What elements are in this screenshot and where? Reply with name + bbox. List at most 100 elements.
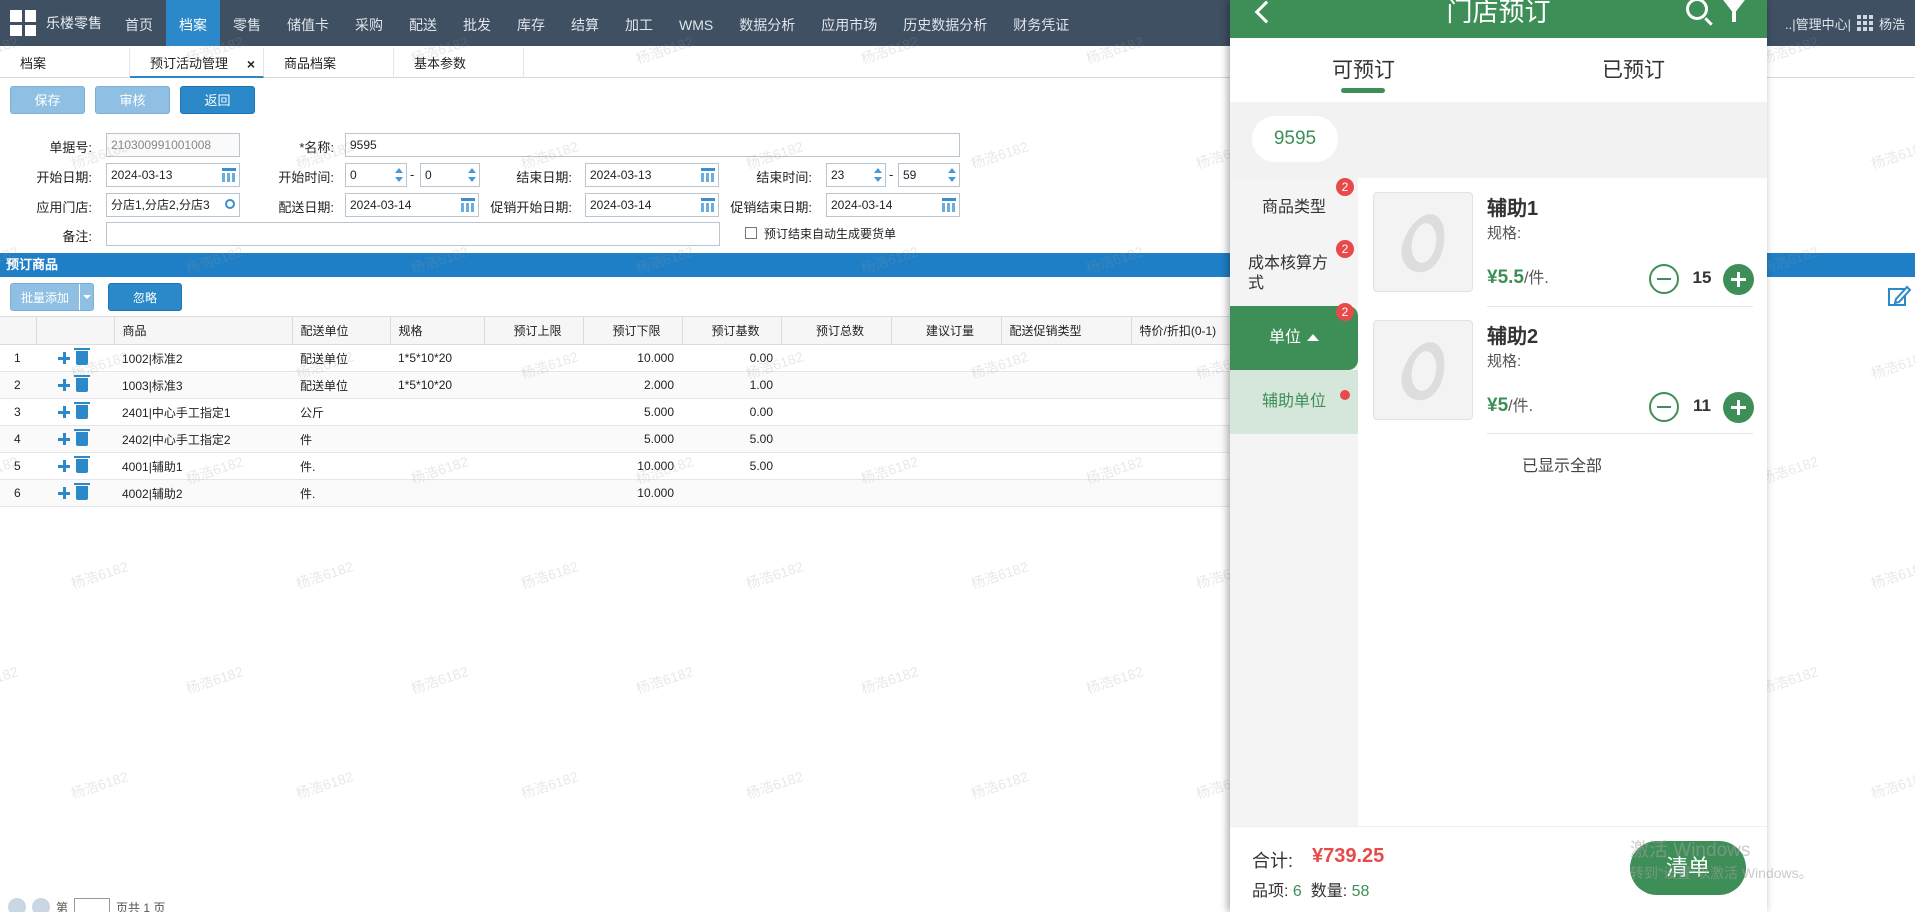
col-suggest[interactable]: 建议订量 [891,316,1002,345]
spinner-icon[interactable] [394,166,404,184]
tab-basic-params[interactable]: 基本参数 [394,48,524,78]
tab-booking-activity[interactable]: 预订活动管理 × [130,48,264,78]
row-base[interactable]: 0.00 [682,344,781,372]
nav-wholesale[interactable]: 批发 [450,0,504,46]
row-product[interactable]: 4001|辅助1 [114,452,292,480]
plus-icon[interactable] [58,460,70,473]
chevron-down-icon[interactable] [79,284,93,310]
nav-wms[interactable]: WMS [666,0,726,46]
plus-icon[interactable] [58,406,70,419]
row-base[interactable]: 0.00 [682,398,781,426]
nav-home[interactable]: 首页 [112,0,166,46]
nav-analytics[interactable]: 数据分析 [726,0,808,46]
end-minute-stepper[interactable]: 59 [898,163,960,187]
close-icon[interactable]: × [247,48,255,80]
row-upper[interactable] [484,452,583,480]
table-row[interactable]: 5 4001|辅助1 件. 10.000 5.00 [0,452,1281,480]
apps-icon[interactable] [1856,15,1873,31]
plus-icon[interactable] [58,487,70,500]
table-row[interactable]: 1 1002|标准2 配送单位 1*5*10*20 10.000 0.00 [0,344,1281,372]
row-base[interactable] [682,479,781,507]
nav-finance[interactable]: 财务凭证 [1000,0,1082,46]
calendar-icon[interactable] [222,168,236,182]
start-hour-stepper[interactable]: 0 [345,163,407,187]
row-upper[interactable] [484,425,583,453]
back-button[interactable]: 返回 [180,86,255,114]
row-lower[interactable]: 10.000 [583,344,682,372]
end-hour-stepper[interactable]: 23 [826,163,886,187]
nav-retail[interactable]: 零售 [220,0,274,46]
delivery-date-field[interactable]: 2024-03-14 [345,193,479,217]
row-product[interactable]: 4002|辅助2 [114,479,292,507]
trash-icon[interactable] [74,402,90,420]
row-unit[interactable]: 件 [292,425,390,453]
user-name[interactable]: 杨浩 [1879,14,1905,33]
admin-center-link[interactable]: ..|管理中心| [1785,14,1851,33]
row-base[interactable]: 5.00 [682,452,781,480]
row-upper[interactable] [484,479,583,507]
decrease-button[interactable] [1649,392,1679,422]
side-item-cost-method[interactable]: 成本核算方式 [1230,254,1358,294]
remark-field[interactable] [106,222,720,246]
nav-app-market[interactable]: 应用市场 [808,0,890,46]
search-icon[interactable] [225,199,235,209]
row-unit[interactable]: 件. [292,452,390,480]
start-date-field[interactable]: 2024-03-13 [106,163,240,187]
product-card[interactable]: 辅助2 规格: ¥5/件. 11 [1373,314,1754,434]
table-row[interactable]: 6 4002|辅助2 件. 10.000 [0,479,1281,507]
plus-icon[interactable] [58,379,70,392]
col-unit[interactable]: 配送单位 [292,316,391,345]
row-base[interactable]: 1.00 [682,371,781,399]
plus-icon[interactable] [58,433,70,446]
nav-archive[interactable]: 档案 [166,0,220,46]
row-unit[interactable]: 配送单位 [292,371,390,399]
search-icon[interactable] [1686,0,1708,20]
nav-stored-card[interactable]: 储值卡 [274,0,342,46]
batch-add-button[interactable]: 批量添加 [10,283,94,311]
row-product[interactable]: 2402|中心手工指定2 [114,425,292,453]
col-product[interactable]: 商品 [114,316,293,345]
table-row[interactable]: 2 1003|标准3 配送单位 1*5*10*20 2.000 1.00 [0,371,1281,399]
side-item-product-type[interactable]: 商品类型 [1230,198,1358,218]
table-row[interactable]: 4 2402|中心手工指定2 件 5.000 5.00 [0,425,1281,453]
name-field[interactable]: 9595 [345,133,960,157]
col-lower[interactable]: 预订下限 [583,316,683,345]
col-base[interactable]: 预订基数 [682,316,782,345]
side-item-aux-unit[interactable]: 辅助单位 [1230,370,1358,434]
nav-purchase[interactable]: 采购 [342,0,396,46]
calendar-icon[interactable] [942,198,956,212]
calendar-icon[interactable] [701,198,715,212]
table-row[interactable]: 3 2401|中心手工指定1 公斤 5.000 0.00 [0,398,1281,426]
col-upper[interactable]: 预订上限 [484,316,584,345]
row-lower[interactable]: 5.000 [583,425,682,453]
row-unit[interactable]: 公斤 [292,398,390,426]
trash-icon[interactable] [74,375,90,393]
trash-icon[interactable] [74,456,90,474]
calendar-icon[interactable] [701,168,715,182]
row-lower[interactable]: 10.000 [583,452,682,480]
brand[interactable]: 乐楼零售 [0,0,112,46]
nav-settlement[interactable]: 结算 [558,0,612,46]
row-product[interactable]: 2401|中心手工指定1 [114,398,292,426]
activity-chip[interactable]: 9595 [1252,116,1338,162]
nav-history[interactable]: 历史数据分析 [890,0,1000,46]
tab-product-archive[interactable]: 商品档案 [264,48,394,78]
save-button[interactable]: 保存 [10,86,85,114]
col-promo-type[interactable]: 配送促销类型 [1001,316,1132,345]
page-input[interactable] [74,898,111,912]
promo-end-field[interactable]: 2024-03-14 [826,193,960,217]
trash-icon[interactable] [74,348,90,366]
product-card[interactable]: 辅助1 规格: ¥5.5/件. 15 [1373,186,1754,306]
spinner-icon[interactable] [947,166,957,184]
end-date-field[interactable]: 2024-03-13 [585,163,719,187]
spinner-icon[interactable] [873,166,883,184]
quantity-value[interactable]: 15 [1687,268,1717,288]
increase-button[interactable] [1723,392,1754,423]
nav-processing[interactable]: 加工 [612,0,666,46]
filter-icon[interactable] [1720,0,1748,22]
col-total[interactable]: 预订总数 [781,316,892,345]
audit-button[interactable]: 审核 [95,86,170,114]
row-upper[interactable] [484,344,583,372]
auto-order-checkbox[interactable] [745,227,757,239]
row-product[interactable]: 1002|标准2 [114,344,292,372]
